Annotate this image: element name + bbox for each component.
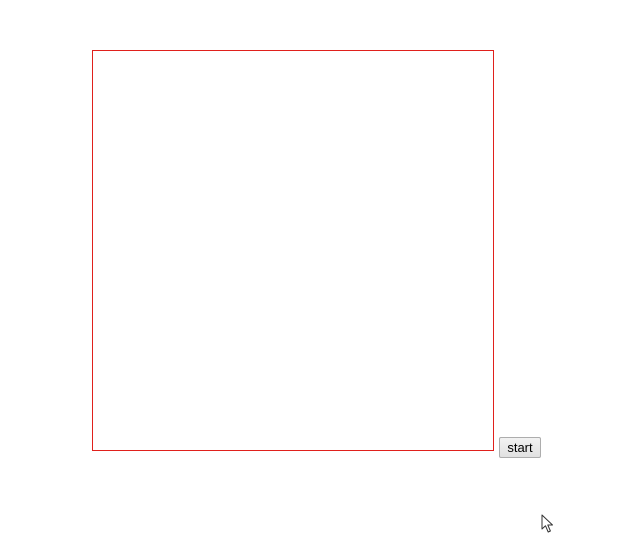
game-canvas[interactable]	[92, 50, 494, 451]
page: start	[0, 0, 622, 543]
mouse-pointer-icon	[541, 514, 553, 533]
start-button[interactable]: start	[499, 437, 541, 458]
